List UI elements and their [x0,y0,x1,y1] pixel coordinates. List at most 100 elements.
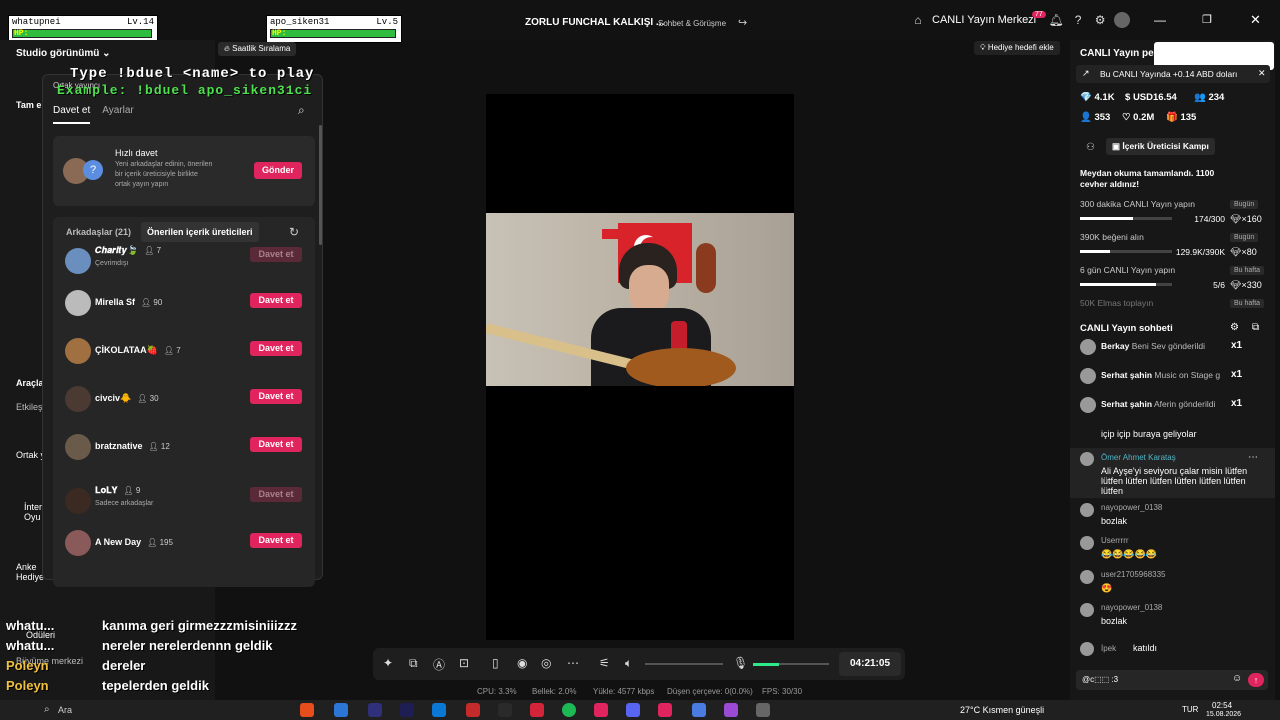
gift-goal-chip[interactable]: 💡︎ Hediye hedefi ekle [974,41,1060,55]
hourly-rank-chip[interactable]: 🔥︎ Saatlik Sıralama [218,42,297,56]
chat-username[interactable]: nayopower_0138 [1101,503,1162,512]
app-icon-13[interactable] [692,703,706,717]
people-icon[interactable]: ⚇ [1086,142,1095,153]
friend-name: Mirella Sf 👤︎ 90 [95,297,163,307]
search-icon[interactable]: ⌕ [44,704,50,715]
avatar[interactable] [1114,12,1131,28]
friend-name: 𝐋𝐨𝐋𝐘 👤︎ 9 [95,485,141,495]
app-icon-5[interactable] [432,703,446,717]
invite-button[interactable]: Davet et [250,389,302,404]
stream-title[interactable]: ZORLU FUNCHAL KALKIŞI ... [525,17,664,28]
volume-slider[interactable] [645,663,723,665]
invite-button[interactable]: Davet et [250,437,302,452]
violin [696,243,716,293]
follower-count: 👤︎ 12 [148,442,170,451]
mic-icon[interactable]: 🎙︎ [733,656,748,670]
volume-icon[interactable]: 🔈︎ [625,656,632,671]
scrollbar[interactable] [319,125,322,245]
app-icon-15[interactable] [756,703,770,717]
more-icon[interactable]: ⋯ [567,656,579,670]
home-icon[interactable]: ⌂ [910,12,926,28]
invite-button[interactable]: Davet et [250,341,302,356]
clock-date[interactable]: 15.08.2026 [1206,711,1241,718]
gift-line: Serhat şahin Aferin gönderildi [1101,399,1216,409]
invite-button[interactable]: Davet et [250,533,302,548]
search-icon[interactable]: ⌕ [298,103,305,118]
cohost-tool[interactable]: Ortak y [16,450,45,460]
goal-progress: 129.9K/390K [1175,247,1225,257]
discord-icon[interactable] [626,703,640,717]
record-icon[interactable]: ◉ [517,656,527,670]
tab-settings[interactable]: Ayarlar [102,105,134,124]
stat-item: 👤 353 [1080,112,1110,123]
taskbar-search[interactable]: Ara [58,705,72,715]
gift-tool[interactable]: Anke Hediye [16,562,44,582]
app-icon-2[interactable] [334,703,348,717]
friend-status: Çevrimdışı [95,260,129,267]
phone-icon[interactable]: ▯ [492,656,499,670]
quick-invite-title: Hızlı davet [115,148,158,158]
layout-icon[interactable]: ⧉ [409,656,418,671]
studio-view-dropdown[interactable]: Studio görünümü ⌄ [16,48,111,59]
app-icon-1[interactable] [300,703,314,717]
app-icon-7[interactable] [498,703,512,717]
cpu-stat: CPU: 3.3% [477,687,517,696]
chat-username[interactable]: nayopower_0138 [1101,603,1162,612]
weather-text[interactable]: 27°C Kısmen güneşli [960,705,1044,715]
restore-icon[interactable]: ❐ [1202,13,1212,26]
chat-username[interactable]: Userrrrr [1101,536,1129,545]
minimize-icon[interactable]: — [1154,13,1166,27]
capture-icon[interactable]: ⊡ [459,656,469,670]
chat-message: Ömer Ahmet Karataş Ali Ayşe'yi seviyoru ç… [1070,448,1275,498]
tiktok-icon[interactable] [594,703,608,717]
goal-progress-bar [1080,217,1172,220]
app-icon-6[interactable] [466,703,480,717]
app-icon-8[interactable] [530,703,544,717]
more-icon[interactable]: ⋯ [1248,452,1258,463]
effects-icon[interactable]: ✦ [383,656,393,670]
language-indicator[interactable]: TUR [1182,705,1198,714]
right-panel: CANLI Yayın pe ↗ Bu CANLI Yayında +0.14 … [1070,40,1275,700]
overlay-chat-message: Poleyn tepelerden geldik [6,678,209,693]
help-icon[interactable]: ? [1070,12,1086,28]
follower-count: 👤︎ 30 [137,394,159,403]
ai-icon[interactable]: Ⓐ [433,656,445,673]
popout-icon[interactable]: ⧉ [1252,322,1259,333]
close-icon[interactable]: ✕ [1258,68,1266,79]
chat-username[interactable]: user21705968335 [1101,570,1166,579]
chat-input[interactable]: @c⬚⬚ :3 ☺ ↑ [1076,670,1268,690]
gift-count: x1 [1231,398,1243,409]
emoji-icon[interactable]: ☺ [1232,673,1242,684]
tab-invite[interactable]: Davet et [53,105,91,124]
creator-camp-button[interactable]: ▣ İçerik Üreticisi Kampı [1106,138,1215,155]
clock-time[interactable]: 02:54 [1212,701,1232,710]
app-icon-3[interactable] [368,703,382,717]
live-center-link[interactable]: CANLI Yayın Merkezi [932,14,1036,26]
share-icon[interactable]: ↪ [738,16,747,29]
send-icon[interactable]: ↑ [1248,673,1264,687]
send-button[interactable]: Gönder [254,162,302,179]
app-icon-12[interactable] [658,703,672,717]
chat-username[interactable]: Ömer Ahmet Karataş [1101,453,1176,462]
gear-icon[interactable]: ⚙ [1230,322,1239,333]
avatar [65,386,91,412]
camera-icon[interactable]: ◎ [541,656,551,670]
stream-category[interactable]: Sohbet & Görüşme [658,19,726,28]
app-icon-4[interactable] [400,703,414,717]
invite-button[interactable]: Davet et [250,247,302,262]
invite-button[interactable]: Davet et [250,293,302,308]
chat-text: Ali Ayşe'yi seviyoru çalar misin lütfen … [1101,466,1248,496]
friends-tab[interactable]: Arkadaşlar (21) [66,227,131,237]
overlay-chat-text: tepelerden geldik [102,678,209,693]
invite-button[interactable]: Davet et [250,487,302,502]
goal-progress-bar [1080,250,1172,253]
spotify-icon[interactable] [562,703,576,717]
player-name: whatupnei [12,17,61,27]
close-icon[interactable]: ✕ [1250,12,1261,28]
mic-level-slider[interactable] [753,663,829,666]
bell-icon[interactable]: 🔔︎ [1048,12,1064,28]
chat-text: bozlak [1101,516,1128,526]
app-icon-14[interactable] [724,703,738,717]
settings-sliders-icon[interactable]: ⚟ [599,656,610,670]
gear-icon[interactable]: ⚙ [1092,12,1108,28]
